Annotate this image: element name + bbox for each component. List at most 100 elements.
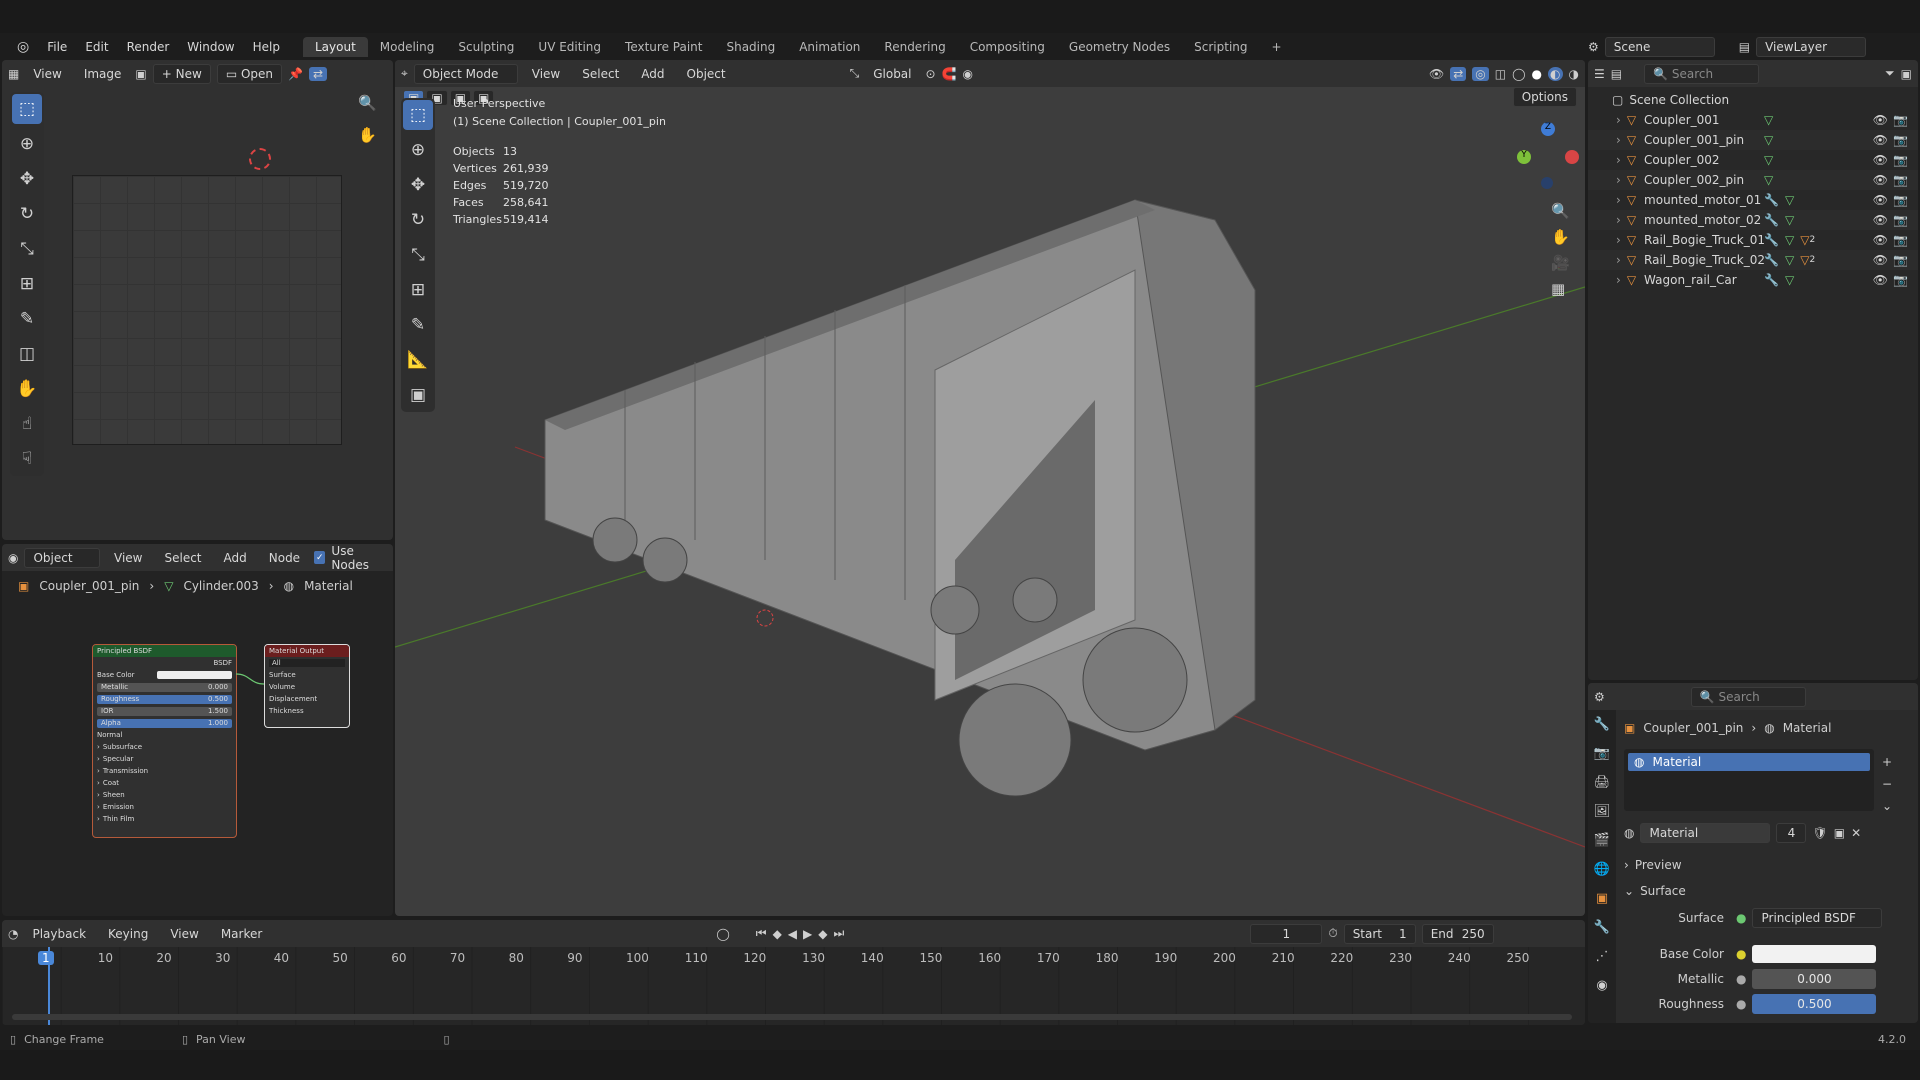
view-layer-selector[interactable]: ViewLayer xyxy=(1756,36,1867,57)
chevron-right-icon[interactable]: › xyxy=(1616,113,1621,127)
tab-geometry-nodes[interactable]: Geometry Nodes xyxy=(1057,37,1182,57)
timeline-type-icon[interactable]: ◔ xyxy=(8,927,18,941)
transform-tool-icon[interactable]: ⊞ xyxy=(403,275,433,305)
node-add-menu[interactable]: Add xyxy=(216,549,255,567)
bsdf-input-row[interactable]: Roughness 0.500 xyxy=(93,693,236,705)
material-name-field[interactable]: Material xyxy=(1640,823,1771,843)
viewport-object-menu[interactable]: Object xyxy=(679,65,734,83)
camera-render-icon[interactable]: 📷 xyxy=(1893,133,1908,147)
play-icon[interactable]: ▶ xyxy=(803,927,812,941)
timeline-scrollbar[interactable] xyxy=(12,1014,1572,1020)
object-tab-icon[interactable]: ▣ xyxy=(1588,884,1616,913)
blender-logo-icon[interactable]: ◎ xyxy=(8,39,38,55)
gizmo-y-axis[interactable]: Y xyxy=(1517,150,1531,164)
uv-grid[interactable] xyxy=(72,175,342,445)
output-input-socket[interactable]: Displacement xyxy=(265,693,349,705)
viewport-add-menu[interactable]: Add xyxy=(633,65,672,83)
bsdf-input-row[interactable]: IOR 1.500 xyxy=(93,705,236,717)
move-icon[interactable]: ✥ xyxy=(12,164,42,194)
pinch-icon[interactable]: ☟ xyxy=(12,444,42,474)
annotate-icon[interactable]: ✎ xyxy=(12,304,42,334)
select-box-icon[interactable]: ⬚ xyxy=(12,94,42,124)
add-slot-icon[interactable]: + xyxy=(1882,755,1892,769)
image-view-menu[interactable]: View xyxy=(25,65,69,83)
tab-animation[interactable]: Animation xyxy=(787,37,872,57)
menu-file[interactable]: File xyxy=(38,40,76,54)
play-reverse-icon[interactable]: ◀ xyxy=(788,927,797,941)
bsdf-subpanel[interactable]: › Specular xyxy=(93,753,236,765)
outliner-item[interactable]: › ▽ Rail_Bogie_Truck_02 🔧 ▽ ▽ 2 👁 📷 xyxy=(1588,250,1918,270)
view-layer-icon[interactable]: ▤ xyxy=(1739,40,1750,54)
material-slot-item[interactable]: ◍ Material xyxy=(1628,753,1870,771)
jump-start-icon[interactable]: ⏮ xyxy=(756,926,767,941)
bsdf-subpanel[interactable]: › Transmission xyxy=(93,765,236,777)
bsdf-subpanel[interactable]: › Coat xyxy=(93,777,236,789)
eye-icon[interactable]: 👁 xyxy=(1873,213,1888,227)
roughness-field[interactable]: 0.500 xyxy=(1752,994,1877,1014)
cursor-tool-icon[interactable]: ⊕ xyxy=(403,135,433,165)
camera-render-icon[interactable]: 📷 xyxy=(1893,113,1908,127)
outliner-item[interactable]: › ▽ Coupler_001 ▽ 👁 📷 xyxy=(1588,110,1918,130)
metallic-field[interactable]: 0.000 xyxy=(1752,969,1877,989)
use-nodes-checkbox[interactable]: ✓ xyxy=(314,551,326,564)
browse-material-icon[interactable]: ◍ xyxy=(1624,826,1634,840)
camera-render-icon[interactable]: 📷 xyxy=(1893,153,1908,167)
material-shading-icon[interactable]: ◐ xyxy=(1548,66,1563,81)
output-target-select[interactable]: All xyxy=(269,659,345,667)
gizmo-toggle-icon[interactable]: ⇄ xyxy=(1450,66,1467,81)
physics-tab-icon[interactable]: ◉ xyxy=(1588,971,1616,1000)
gizmo-z-axis[interactable]: Z xyxy=(1541,122,1555,136)
image-browse-icon[interactable]: ▣ xyxy=(135,67,146,81)
viewport-select-menu[interactable]: Select xyxy=(574,65,627,83)
uv-mode-icon[interactable]: ⇄ xyxy=(309,66,328,81)
render-tab-icon[interactable]: 📷 xyxy=(1588,739,1616,768)
eye-icon[interactable]: 👁 xyxy=(1873,153,1888,167)
chevron-right-icon[interactable]: › xyxy=(1616,253,1621,267)
eye-icon[interactable]: 👁 xyxy=(1873,273,1888,287)
outliner-item[interactable]: › ▽ mounted_motor_01 🔧 ▽ 👁 📷 xyxy=(1588,190,1918,210)
outliner-item-name[interactable]: Rail_Bogie_Truck_02 xyxy=(1644,253,1765,267)
outliner-search[interactable]: 🔍 Search xyxy=(1644,63,1760,84)
node-view-menu[interactable]: View xyxy=(106,549,150,567)
preview-section[interactable]: › Preview xyxy=(1624,855,1914,875)
outliner-item-name[interactable]: mounted_motor_02 xyxy=(1644,213,1764,227)
bsdf-subpanel[interactable]: › Sheen xyxy=(93,789,236,801)
jump-end-icon[interactable]: ⏭ xyxy=(834,926,845,941)
scene-tab-icon[interactable]: 🎬 xyxy=(1588,826,1616,855)
bsdf-input-row[interactable]: Alpha 1.000 xyxy=(93,717,236,729)
eye-icon[interactable]: 👁 xyxy=(1873,173,1888,187)
outliner-item[interactable]: › ▽ Coupler_002_pin ▽ 👁 📷 xyxy=(1588,170,1918,190)
transform-icon[interactable]: ⊞ xyxy=(12,269,42,299)
zoom-icon[interactable]: 🔍 xyxy=(358,94,377,112)
output-input-socket[interactable]: Thickness xyxy=(265,705,349,717)
properties-search[interactable]: 🔍 Search xyxy=(1690,686,1806,707)
tab-layout[interactable]: Layout xyxy=(302,36,368,57)
tab-uv-editing[interactable]: UV Editing xyxy=(526,37,613,57)
overlay-toggle-icon[interactable]: ◎ xyxy=(1472,66,1489,81)
pan-hand-icon[interactable]: ✋ xyxy=(358,126,377,144)
camera-render-icon[interactable]: 📷 xyxy=(1893,213,1908,227)
outliner-item[interactable]: › ▽ mounted_motor_02 🔧 ▽ 👁 📷 xyxy=(1588,210,1918,230)
chevron-right-icon[interactable]: › xyxy=(1616,213,1621,227)
next-key-icon[interactable]: ◆ xyxy=(818,927,827,941)
tab-shading[interactable]: Shading xyxy=(714,37,787,57)
eye-icon[interactable]: 👁 xyxy=(1873,193,1888,207)
eye-icon[interactable]: 👁 xyxy=(1873,253,1888,267)
stopwatch-icon[interactable]: ⏱ xyxy=(1328,926,1337,941)
outliner-item[interactable]: › ▽ Wagon_rail_Car 🔧 ▽ 👁 📷 xyxy=(1588,270,1918,290)
slot-menu-icon[interactable]: ⌄ xyxy=(1882,799,1892,813)
camera-render-icon[interactable]: 📷 xyxy=(1893,173,1908,187)
keying-menu[interactable]: Keying xyxy=(100,925,156,943)
tab-compositing[interactable]: Compositing xyxy=(958,37,1057,57)
outliner-item-name[interactable]: Coupler_001 xyxy=(1644,113,1764,127)
add-cube-tool-icon[interactable]: ▣ xyxy=(403,380,433,410)
tab-texture-paint[interactable]: Texture Paint xyxy=(613,37,714,57)
menu-window[interactable]: Window xyxy=(178,40,243,54)
outliner-item-name[interactable]: mounted_motor_01 xyxy=(1644,193,1764,207)
auto-key-icon[interactable]: ◯ xyxy=(716,927,729,941)
menu-edit[interactable]: Edit xyxy=(76,40,117,54)
solid-shading-icon[interactable]: ● xyxy=(1532,67,1542,81)
bsdf-input-row[interactable]: Metallic 0.000 xyxy=(93,681,236,693)
rip-icon[interactable]: ◫ xyxy=(12,339,42,369)
timeline-view-menu[interactable]: View xyxy=(162,925,206,943)
